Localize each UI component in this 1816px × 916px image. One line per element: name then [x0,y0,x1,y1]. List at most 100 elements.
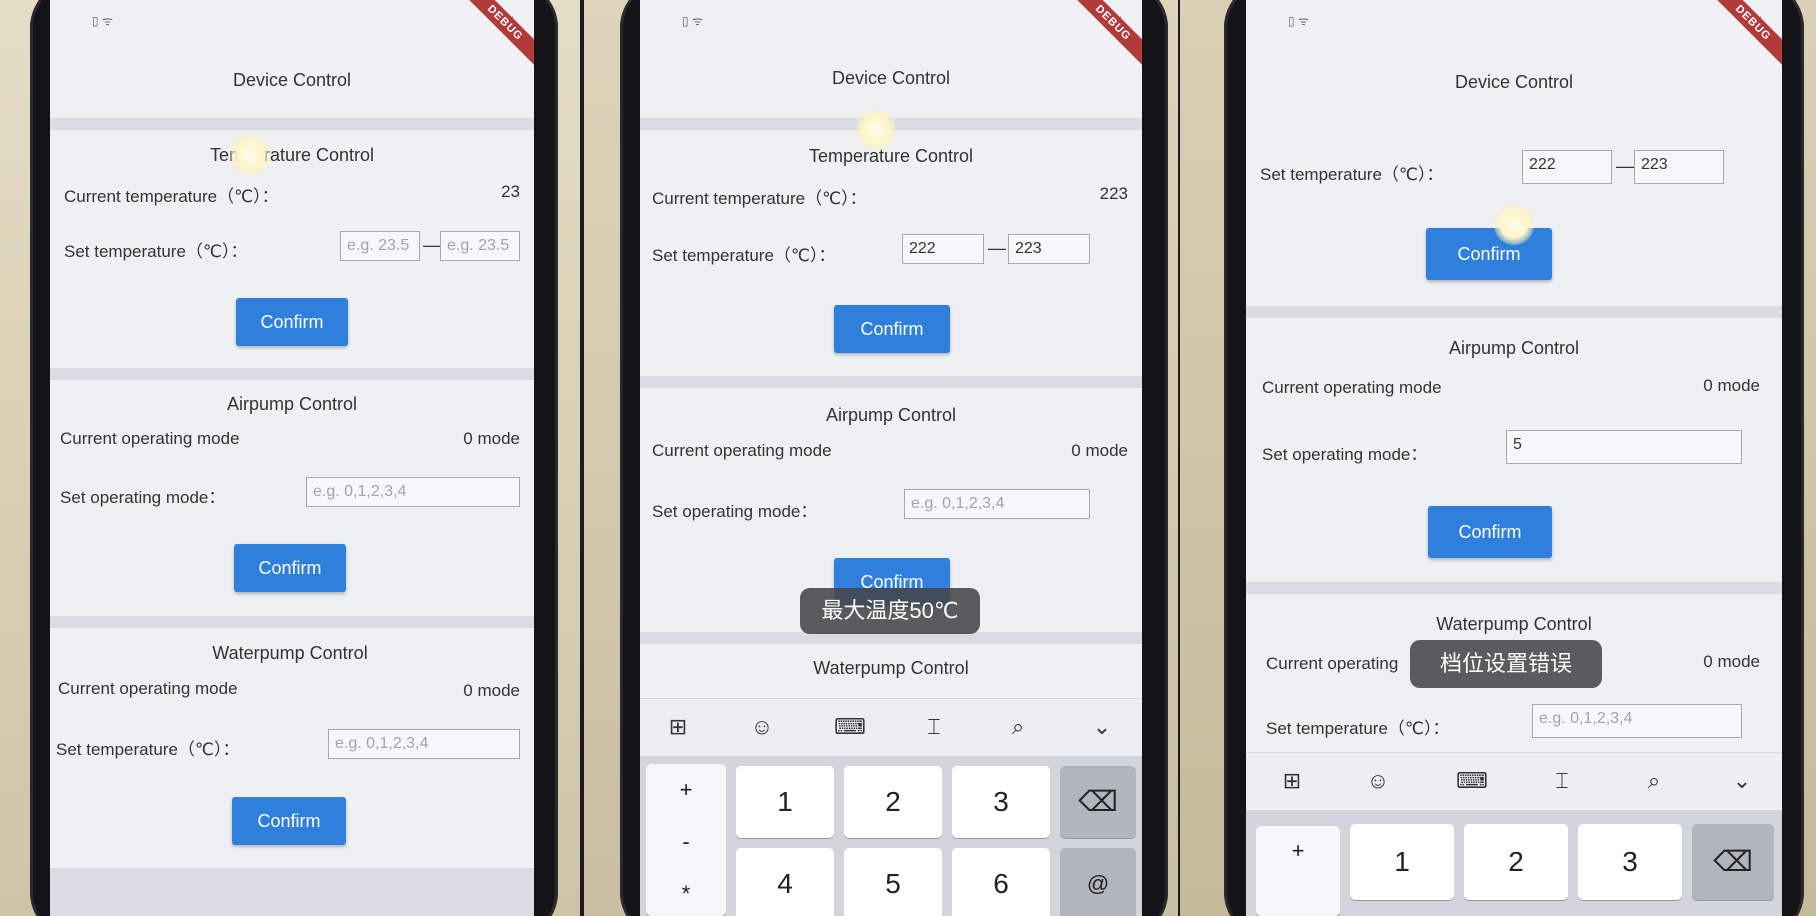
temperature-section-title: Temperature Control [808,146,974,166]
section-divider [50,868,534,916]
set-temperature-label: Set temperature（℃）： [1260,165,1444,184]
plus-key[interactable]: + [646,764,726,816]
light-glare [856,110,896,150]
airpump-mode-input[interactable]: e.g. 0,1,2,3,4 [904,489,1090,519]
waterpump-section-title: Waterpump Control [813,658,969,678]
cursor-icon[interactable]: ⌶ [920,713,948,741]
emoji-icon[interactable]: ☺ [1364,767,1392,795]
waterpump-set-temperature-label: Set temperature（℃）： [56,740,240,759]
cursor-icon[interactable]: ⌶ [1548,767,1576,795]
photo-panel-2: ▯ ᯤ 10: DEBUG Device Control Temperature… [584,0,1178,916]
waterpump-set-temperature-label: Set temperature（℃）： [1266,719,1450,738]
grid-icon[interactable]: ⊞ [664,713,692,741]
airpump-confirm-button[interactable]: Confirm [1428,506,1552,558]
grid-icon[interactable]: ⊞ [1278,767,1306,795]
waterpump-current-mode-value: 0 mode [1703,652,1760,671]
section-divider [1246,306,1782,318]
airpump-set-mode-label: Set operating mode： [1262,445,1428,464]
set-temperature-label: Set temperature（℃）： [652,246,836,265]
phone-screen: ▯ ᯤ 10: DEBUG Device Control Temperature… [50,0,534,916]
backspace-key[interactable]: ⌫ [1060,766,1136,838]
max-temperature-input[interactable]: 223 [1008,234,1090,264]
key-2[interactable]: 2 [844,766,942,838]
keyboard-icon[interactable]: ⌨ [834,713,866,741]
range-dash: — [423,235,441,255]
airpump-current-mode-label: Current operating mode [60,429,240,448]
keyboard-toolbar: ⊞ ☺ ⌨ ⌶ ⌕ ⌄ [1246,752,1782,808]
phone-screen: ▯ ᯤ 10: DEBUG Device Control Set tempera… [1246,0,1782,916]
section-divider [640,376,1142,388]
app-title: Device Control [232,70,352,90]
number-keyboard: + - * 1 2 3 ⌫ 4 5 6 @ [640,756,1142,916]
temperature-confirm-button[interactable]: Confirm [236,298,348,346]
debug-ribbon: DEBUG [459,0,534,69]
airpump-section-title: Airpump Control [825,405,957,425]
airpump-set-mode-label: Set operating mode： [60,488,226,507]
emoji-icon[interactable]: ☺ [748,713,776,741]
waterpump-input[interactable]: e.g. 0,1,2,3,4 [1532,704,1742,738]
waterpump-section-title: Waterpump Control [1436,614,1592,634]
current-temperature-label: Current temperature（℃）： [652,189,867,208]
airpump-current-mode-label: Current operating mode [652,441,832,460]
search-icon[interactable]: ⌕ [1640,767,1668,795]
status-bar: ▯ ᯤ 10: [1246,12,1782,32]
debug-ribbon: DEBUG [1707,0,1782,69]
debug-ribbon: DEBUG [1067,0,1142,69]
section-divider [50,616,534,628]
temperature-confirm-button[interactable]: Confirm [1426,228,1552,280]
key-5[interactable]: 5 [844,848,942,916]
photo-panel-3: ▯ ᯤ 10: DEBUG Device Control Set tempera… [1180,0,1816,916]
backspace-key[interactable]: ⌫ [1692,824,1774,900]
current-temperature-value: 223 [1099,184,1128,203]
airpump-current-mode-value: 0 mode [463,429,520,448]
plus-key[interactable]: + [1256,826,1340,916]
at-key[interactable]: @ [1060,848,1136,916]
status-icons-left: ▯ ᯤ [92,14,113,28]
toast-message: 最大温度50℃ [800,588,980,634]
airpump-current-mode-label: Current operating mode [1262,378,1442,397]
waterpump-confirm-button[interactable]: Confirm [232,797,346,845]
range-dash: — [988,238,1006,258]
minus-key[interactable]: - [646,816,726,868]
key-4[interactable]: 4 [736,848,834,916]
collapse-icon[interactable]: ⌄ [1728,767,1756,795]
current-temperature-label: Current temperature（℃）： [64,187,279,206]
key-3[interactable]: 3 [1578,824,1682,900]
airpump-mode-input[interactable]: e.g. 0,1,2,3,4 [306,477,520,507]
key-1[interactable]: 1 [736,766,834,838]
key-2[interactable]: 2 [1464,824,1568,900]
collapse-icon[interactable]: ⌄ [1088,713,1116,741]
min-temperature-input[interactable]: 222 [902,234,984,264]
symbol-key-column[interactable]: + - * [646,764,726,916]
airpump-current-mode-value: 0 mode [1703,376,1760,395]
asterisk-key[interactable]: * [646,868,726,916]
max-temperature-input[interactable]: e.g. 23.5 [440,231,520,261]
min-temperature-input[interactable]: 222 [1522,150,1612,184]
light-glare [230,135,270,175]
section-divider [50,118,534,130]
max-temperature-input[interactable]: 223 [1634,150,1724,184]
photo-panel-1: ▯ ᯤ 10: DEBUG Device Control Temperature… [0,0,580,916]
airpump-section-title: Airpump Control [226,394,358,414]
airpump-confirm-button[interactable]: Confirm [234,544,346,592]
airpump-mode-input[interactable]: 5 [1506,430,1742,464]
status-bar: ▯ ᯤ 10: [50,12,534,32]
airpump-set-mode-label: Set operating mode： [652,502,818,521]
min-temperature-input[interactable]: e.g. 23.5 [340,231,420,261]
search-icon[interactable]: ⌕ [1004,713,1032,741]
temperature-confirm-button[interactable]: Confirm [834,305,950,353]
status-bar: ▯ ᯤ 10: [640,12,1142,32]
status-icons-left: ▯ ᯤ [682,14,703,28]
key-6[interactable]: 6 [952,848,1050,916]
app-title: Device Control [1454,72,1574,92]
toast-message: 档位设置错误 [1410,640,1602,688]
waterpump-input[interactable]: e.g. 0,1,2,3,4 [328,729,520,759]
key-3[interactable]: 3 [952,766,1050,838]
waterpump-current-mode-label: Current operating [1266,654,1399,673]
key-1[interactable]: 1 [1350,824,1454,900]
set-temperature-label: Set temperature（℃）： [64,242,248,261]
app-title: Device Control [831,68,951,88]
airpump-section-title: Airpump Control [1448,338,1580,358]
waterpump-current-mode-label: Current operating mode [58,679,238,698]
keyboard-icon[interactable]: ⌨ [1456,767,1488,795]
